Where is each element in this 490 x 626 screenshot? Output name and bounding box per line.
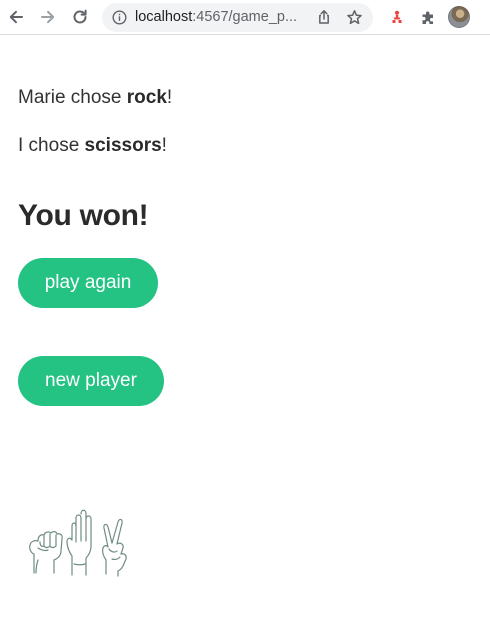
forward-button[interactable]: [35, 4, 61, 30]
address-bar[interactable]: localhost:4567/game_p...: [102, 3, 373, 32]
play-again-button[interactable]: play again: [18, 258, 158, 308]
opponent-suffix: !: [166, 87, 173, 108]
player-suffix: !: [161, 135, 167, 156]
red-extension-icon: [392, 10, 402, 23]
browser-toolbar: localhost:4567/game_p...: [0, 0, 490, 35]
player-prefix: I chose: [18, 135, 85, 156]
paper-hand-icon: [66, 509, 92, 576]
url-text[interactable]: localhost:4567/game_p...: [135, 9, 305, 26]
reload-button[interactable]: [67, 4, 93, 30]
player-choice: scissors: [84, 135, 162, 156]
opponent-prefix: Marie chose: [18, 87, 127, 108]
opponent-choice-text: Marie chose rock!: [18, 86, 172, 110]
star-icon[interactable]: [346, 9, 363, 26]
rock-paper-scissors-hands-illustration: [29, 509, 127, 577]
arrow-right-icon: [41, 10, 55, 24]
share-icon[interactable]: [316, 9, 332, 25]
url-path: :4567/game_p...: [192, 9, 298, 25]
reload-icon: [73, 9, 87, 24]
avatar[interactable]: [448, 6, 470, 28]
scissors-hand-icon: [102, 518, 127, 577]
back-button[interactable]: [3, 4, 29, 30]
new-player-button[interactable]: new player: [18, 356, 164, 406]
arrow-left-icon: [9, 10, 23, 24]
player-choice-text: I chose scissors!: [18, 134, 167, 158]
rock-hand-icon: [29, 531, 63, 574]
extensions-button[interactable]: [415, 4, 441, 30]
extension-button[interactable]: [384, 4, 410, 30]
puzzle-icon: [422, 11, 433, 24]
info-icon[interactable]: [112, 10, 127, 25]
url-host: localhost: [135, 9, 193, 25]
result-heading: You won!: [18, 199, 149, 232]
opponent-choice: rock: [126, 87, 167, 108]
